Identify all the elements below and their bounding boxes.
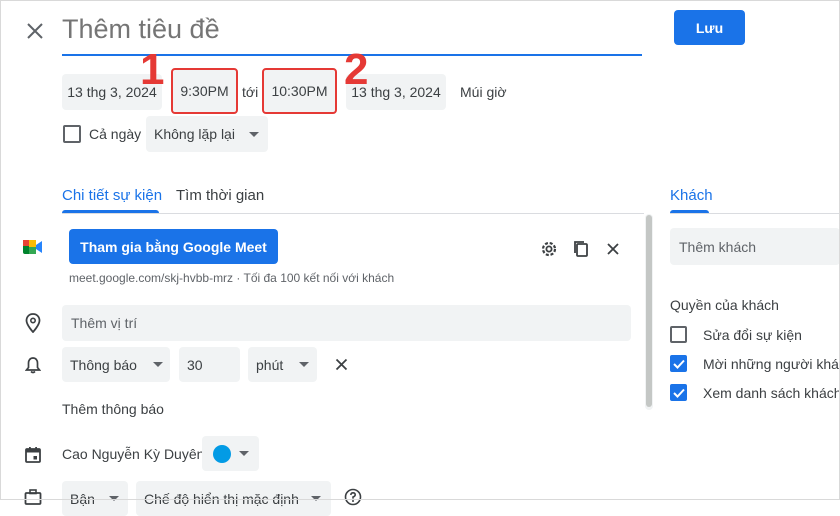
busy-value: Bận (70, 490, 95, 507)
close-icon[interactable] (602, 238, 624, 260)
help-icon[interactable] (343, 487, 363, 507)
tab-guests[interactable]: Khách (670, 187, 713, 204)
notification-amount-input[interactable]: 30 (179, 347, 240, 382)
permission-modify-checkbox[interactable] (670, 326, 687, 343)
permission-see-list-label: Xem danh sách khách (703, 385, 840, 401)
annotation-marker-1: 1 (140, 45, 165, 94)
chevron-down-icon (310, 496, 321, 501)
add-guest-placeholder: Thêm khách (679, 238, 757, 255)
check-icon (672, 388, 685, 398)
notification-unit-value: phút (256, 356, 284, 373)
repeat-value: Không lặp lại (154, 126, 235, 142)
notification-unit-select[interactable]: phút (248, 347, 317, 382)
tabs-divider (62, 213, 644, 214)
close-icon[interactable] (22, 18, 48, 44)
chevron-down-icon (152, 362, 163, 367)
add-notification-link[interactable]: Thêm thông báo (62, 401, 164, 417)
end-time-label: 10:30PM (271, 83, 328, 99)
calendar-color-dot (212, 444, 231, 463)
chevron-down-icon (108, 496, 119, 501)
save-button[interactable]: Lưu (674, 10, 745, 45)
calendar-color-select[interactable] (202, 436, 259, 471)
check-icon (672, 359, 685, 369)
tab-event-details[interactable]: Chi tiết sự kiện (62, 187, 162, 204)
add-guest-input[interactable]: Thêm khách (670, 228, 840, 265)
gear-icon[interactable] (538, 238, 560, 260)
remove-notification-icon[interactable] (331, 354, 351, 374)
calendar-icon (22, 444, 44, 466)
start-time-chip[interactable]: 9:30PM (171, 68, 238, 114)
notification-amount-value: 30 (187, 356, 203, 373)
permission-modify-label: Sửa đổi sự kiện (703, 327, 802, 343)
visibility-select[interactable]: Chế độ hiển thị mặc định (136, 481, 331, 516)
timezone-link[interactable]: Múi giờ (460, 84, 507, 100)
chevron-down-icon (248, 131, 259, 137)
location-placeholder: Thêm vị trí (71, 315, 138, 331)
copy-icon[interactable] (570, 238, 592, 260)
notification-type-value: Thông báo (70, 356, 137, 373)
all-day-checkbox[interactable] (63, 125, 81, 143)
notification-type-select[interactable]: Thông báo (62, 347, 170, 382)
annotation-marker-2: 2 (344, 45, 369, 94)
repeat-select[interactable]: Không lặp lại (146, 116, 268, 152)
guest-permissions-title: Quyền của khách (670, 297, 779, 313)
guests-divider (670, 213, 840, 214)
briefcase-icon (22, 487, 44, 507)
google-meet-icon (22, 236, 44, 258)
visibility-value: Chế độ hiển thị mặc định (144, 490, 299, 507)
location-input[interactable]: Thêm vị trí (62, 305, 631, 341)
location-pin-icon (22, 311, 44, 335)
chevron-down-icon (299, 362, 310, 367)
end-time-chip[interactable]: 10:30PM (262, 68, 337, 114)
busy-select[interactable]: Bận (62, 481, 128, 516)
join-google-meet-button[interactable]: Tham gia bằng Google Meet (69, 229, 278, 264)
details-scrollbar-thumb[interactable] (646, 215, 652, 407)
tab-find-time[interactable]: Tìm thời gian (176, 187, 264, 204)
permission-invite-checkbox[interactable] (670, 355, 687, 372)
meet-info-text: meet.google.com/skj-hvbb-mrz · Tối đa 10… (69, 271, 395, 285)
all-day-label: Cả ngày (89, 126, 142, 142)
start-time-label: 9:30PM (180, 83, 229, 99)
bell-icon (22, 354, 44, 376)
calendar-owner-name: Cao Nguyễn Kỳ Duyên (62, 446, 205, 462)
to-label: tới (242, 84, 259, 100)
permission-invite-label: Mời những người khác (703, 356, 840, 372)
permission-see-list-checkbox[interactable] (670, 384, 687, 401)
chevron-down-icon (238, 451, 249, 456)
